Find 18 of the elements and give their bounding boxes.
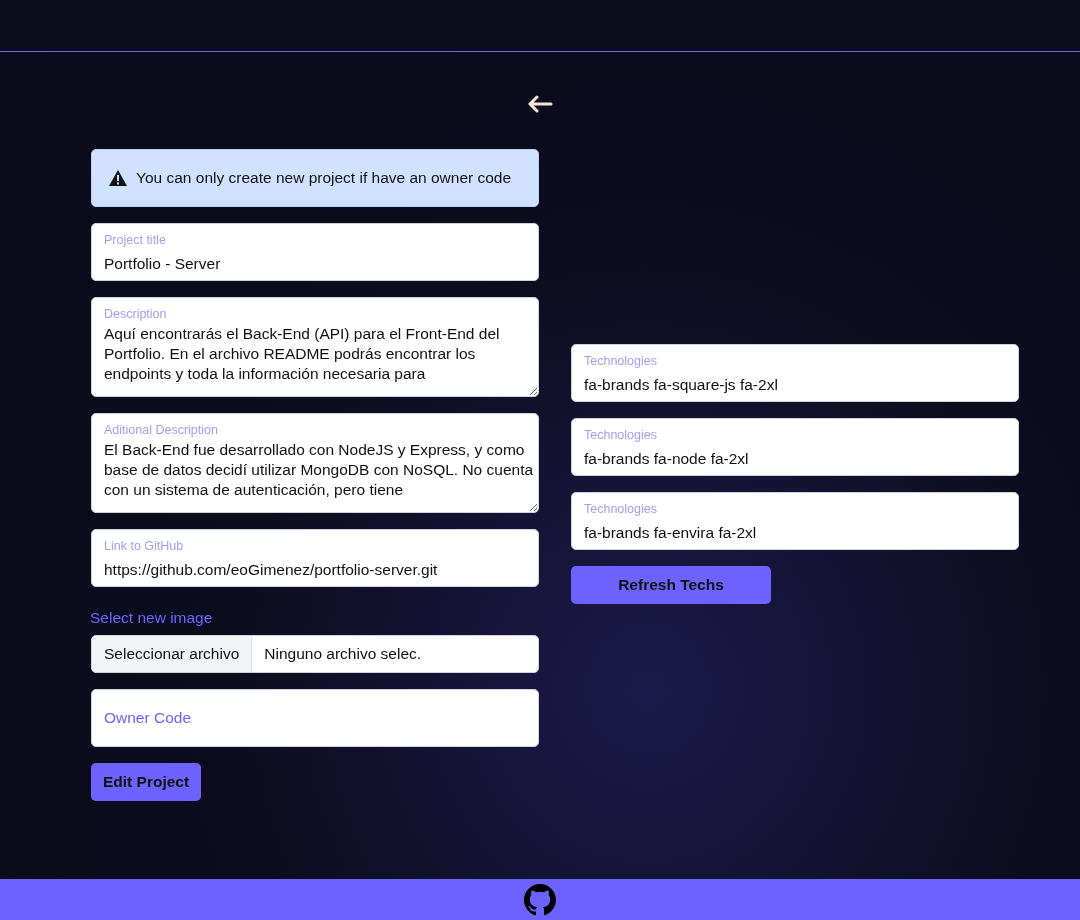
field-label: Aditional Description [104,423,218,438]
alert-text: You can only create new project if have an owner code [136,169,512,187]
owner-code-field[interactable]: Owner Code [91,689,539,747]
field-label: Technologies [584,354,657,369]
field-label: Technologies [584,428,657,443]
field-label: Project title [104,233,166,248]
field-label: Description [104,307,167,322]
warning-icon [108,169,128,187]
field-label: Link to GitHub [104,539,184,554]
file-input[interactable]: Seleccionar archivo Ninguno archivo selec. [91,635,539,673]
back-arrow-icon[interactable] [527,95,553,113]
refresh-techs-button[interactable]: Refresh Techs [571,566,771,604]
file-status-text: Ninguno archivo selec. [263,644,423,664]
github-icon[interactable] [524,883,556,916]
choose-file-button[interactable]: Seleccionar archivo [92,636,253,672]
edit-project-button[interactable]: Edit Project [91,763,202,801]
field-label: Select new image [90,609,213,627]
field-label: Technologies [584,502,657,517]
